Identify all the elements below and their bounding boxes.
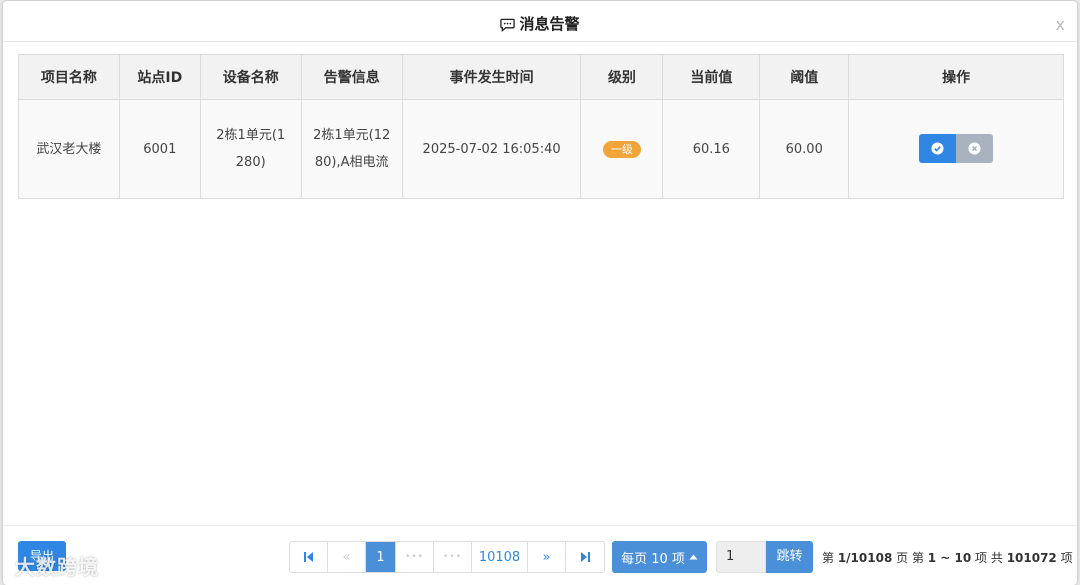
cell-device: 2栋1单元(1280) [199, 99, 302, 199]
column-header-station-id[interactable]: 站点ID [118, 54, 201, 100]
cell-project: 武汉老大楼 [18, 99, 120, 199]
level-badge: 一级 [602, 140, 641, 158]
pagination-summary: 第 1/10108 页 第 1 ~ 10 项 共 101072 项 [822, 549, 1073, 566]
column-header-alarm[interactable]: 告警信息 [300, 54, 403, 100]
column-header-project[interactable]: 项目名称 [18, 54, 120, 100]
page-1-button[interactable]: 1 [366, 542, 396, 572]
column-header-actions: 操作 [848, 54, 1064, 100]
cell-alarm: 2栋1单元(1280),A相电流 [300, 99, 403, 199]
dialog-title-text: 消息告警 [519, 15, 580, 33]
column-header-threshold[interactable]: 阈值 [759, 54, 850, 100]
column-header-level[interactable]: 级别 [580, 54, 664, 100]
confirm-button[interactable] [919, 133, 957, 163]
first-page-button[interactable] [290, 542, 328, 572]
page-size-label: 每页 10 项 [621, 551, 685, 567]
cell-actions [848, 99, 1064, 199]
cell-threshold: 60.00 [759, 99, 850, 199]
last-page-button[interactable] [566, 542, 604, 572]
dismiss-button[interactable] [956, 133, 994, 163]
first-page-icon [304, 552, 313, 562]
summary-range-suffix: 项 共 [971, 551, 1007, 565]
chat-icon [500, 18, 516, 33]
alarm-dialog: 消息告警 x 项目名称 站点ID 设备名称 告警信息 事件发生时间 级别 当前值… [3, 1, 1077, 585]
ellipsis-right: ••• [434, 542, 472, 572]
caret-up-icon [689, 554, 698, 560]
ellipsis-left: ••• [396, 542, 434, 572]
cell-alarm-text: 2栋1单元(1280),A相电流 [313, 128, 391, 170]
check-circle-icon [931, 141, 944, 155]
column-header-time[interactable]: 事件发生时间 [401, 54, 582, 100]
cell-current: 60.16 [662, 99, 761, 199]
dialog-header: 消息告警 x [3, 1, 1077, 42]
summary-total-value: 101072 [1006, 551, 1057, 565]
prev-page-button[interactable]: « [328, 542, 366, 572]
table-header-row: 项目名称 站点ID 设备名称 告警信息 事件发生时间 级别 当前值 阈值 操作 [18, 54, 1064, 100]
table-row: 武汉老大楼 6001 2栋1单元(1280) 2栋1单元(1280),A相电流 … [18, 99, 1064, 199]
cell-time: 2025-07-02 16:05:40 [401, 99, 582, 199]
alarm-table: 项目名称 站点ID 设备名称 告警信息 事件发生时间 级别 当前值 阈值 操作 … [18, 54, 1064, 199]
jump-button[interactable]: 跳转 [766, 541, 813, 573]
action-button-group [919, 133, 994, 163]
summary-page-prefix: 第 [822, 551, 838, 565]
next-page-button[interactable]: » [528, 542, 566, 572]
jump-page-input[interactable]: 1 [716, 541, 766, 573]
cell-device-text: 2栋1单元(1280) [216, 128, 286, 170]
last-page-number-button[interactable]: 10108 [472, 542, 528, 572]
footer-divider [3, 525, 1077, 526]
cell-level: 一级 [580, 99, 664, 199]
close-circle-icon [968, 141, 981, 155]
close-icon[interactable]: x [1056, 15, 1065, 34]
summary-page-value: 1/10108 [837, 551, 893, 565]
dialog-title: 消息告警 [3, 13, 1077, 34]
pagination: « 1 ••• ••• 10108 » [289, 541, 605, 573]
page-size-dropdown[interactable]: 每页 10 项 [612, 541, 707, 573]
watermark-text: 大数跨境 [15, 555, 99, 579]
summary-range-value: 1 ~ 10 [927, 551, 972, 565]
cell-station-id: 6001 [118, 99, 201, 199]
column-header-current[interactable]: 当前值 [662, 54, 761, 100]
column-header-device[interactable]: 设备名称 [199, 54, 302, 100]
summary-page-suffix: 页 第 [892, 551, 928, 565]
last-page-icon [580, 552, 590, 562]
summary-total-suffix: 项 [1056, 551, 1073, 565]
